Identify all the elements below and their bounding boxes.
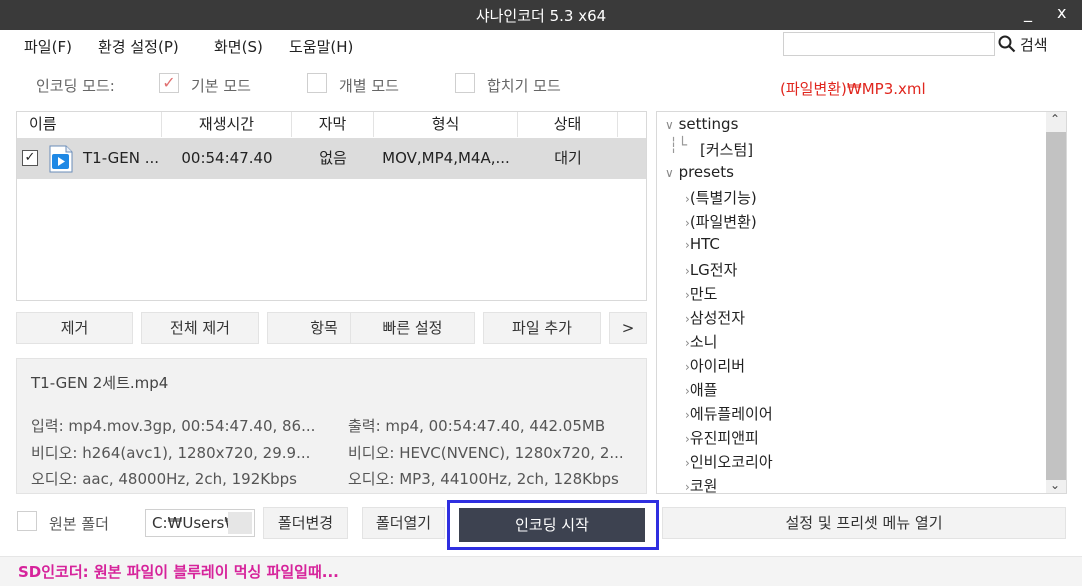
tree-item-label: 인비오코리아 bbox=[689, 453, 773, 471]
close-button[interactable]: x bbox=[1057, 3, 1066, 22]
tree-item-label: HTC bbox=[689, 235, 720, 253]
tree-item-label: 소니 bbox=[689, 333, 718, 351]
row-checkbox[interactable]: ✓ bbox=[22, 150, 38, 166]
basic-mode-checkbox[interactable]: ✓ bbox=[159, 73, 179, 93]
tree-item-label: 코원 bbox=[689, 477, 718, 494]
tree-item[interactable]: ›(파일변환) bbox=[685, 211, 757, 232]
tree-item[interactable]: ›(특별기능) bbox=[685, 187, 757, 208]
preset-tree[interactable]: ∨ settings ┆└ [커스텀] ∨ presets ›(특별기능) ›(… bbox=[656, 111, 1067, 494]
tree-item[interactable]: ›에듀플레이어 bbox=[685, 403, 773, 424]
info-output: 출력: mp4, 00:54:47.40, 442.05MB bbox=[348, 417, 606, 435]
tree-item[interactable]: ›코원 bbox=[685, 475, 718, 494]
tree-item[interactable]: ›애플 bbox=[685, 379, 717, 400]
menu-file[interactable]: 파일(F) bbox=[24, 36, 72, 57]
row-name: T1-GEN ... bbox=[83, 149, 160, 167]
output-folder-path: C:₩Users₩ bbox=[152, 514, 240, 532]
tree-node-presets[interactable]: ∨ presets bbox=[665, 163, 734, 181]
row-duration: 00:54:47.40 bbox=[181, 149, 273, 167]
row-status: 대기 bbox=[554, 149, 582, 167]
column-header-status[interactable]: 상태 bbox=[518, 112, 618, 137]
search-input[interactable] bbox=[783, 32, 995, 56]
expand-caret-icon[interactable]: ∨ bbox=[665, 166, 674, 180]
individual-mode-checkbox[interactable] bbox=[307, 73, 327, 93]
source-folder-label: 원본 폴더 bbox=[49, 515, 109, 533]
status-message[interactable]: SD인코더: 원본 파일이 블루레이 먹싱 파일일때... bbox=[18, 561, 339, 582]
remove-button[interactable]: 제거 bbox=[16, 312, 133, 344]
tree-item[interactable]: ›LG전자 bbox=[685, 259, 737, 280]
tree-item-label: LG전자 bbox=[689, 261, 738, 279]
tree-item-label: 에듀플레이어 bbox=[689, 405, 773, 423]
tree-node-presets-label: presets bbox=[678, 163, 734, 181]
folder-path-mask bbox=[228, 512, 252, 534]
tree-item[interactable]: ›소니 bbox=[685, 331, 717, 352]
tree-node-custom[interactable]: [커스텀] bbox=[700, 139, 753, 160]
scroll-down-icon[interactable]: ⌄ bbox=[1050, 478, 1060, 492]
tree-item[interactable]: ›인비오코리아 bbox=[685, 451, 773, 472]
search-icon bbox=[998, 35, 1016, 53]
tree-item-label: 유진피앤피 bbox=[689, 429, 759, 447]
current-preset-path: (파일변환)₩MP3.xml bbox=[780, 80, 926, 98]
column-header-name[interactable]: 이름 bbox=[17, 112, 162, 137]
tree-item-label: (특별기능) bbox=[689, 189, 757, 207]
info-video-out: 비디오: HEVC(NVENC), 1280x720, 2... bbox=[348, 444, 624, 462]
file-info-panel: T1-GEN 2세트.mp4 입력: mp4.mov.3gp, 00:54:47… bbox=[16, 358, 647, 494]
search-label: 검색 bbox=[1020, 35, 1048, 54]
column-header-subtitle[interactable]: 자막 bbox=[292, 112, 374, 137]
tree-item-label: 애플 bbox=[689, 381, 718, 399]
output-folder-field[interactable]: C:₩Users₩ bbox=[145, 509, 255, 537]
merge-mode-checkbox[interactable] bbox=[455, 73, 475, 93]
title-bar: 샤나인코더 5.3 x64 _ x bbox=[0, 0, 1082, 30]
row-format: MOV,MP4,M4A,... bbox=[382, 149, 510, 167]
video-file-icon bbox=[49, 145, 73, 173]
add-file-button[interactable]: 파일 추가 bbox=[483, 312, 601, 344]
tree-item-label: (파일변환) bbox=[689, 213, 757, 231]
table-row[interactable]: ✓ T1-GEN ... 00:54:47.40 없음 MOV,MP4,M4A,… bbox=[17, 138, 646, 179]
source-folder-checkbox[interactable] bbox=[17, 511, 37, 531]
item-button[interactable]: 항목 bbox=[267, 312, 351, 344]
info-audio-in: 오디오: aac, 48000Hz, 2ch, 192Kbps bbox=[31, 470, 297, 488]
tree-scrollbar-thumb[interactable] bbox=[1046, 132, 1066, 480]
column-header-spacer bbox=[618, 112, 646, 137]
encode-start-highlight: 인코딩 시작 bbox=[447, 500, 659, 550]
tree-item-label: 아이리버 bbox=[689, 357, 746, 375]
info-input: 입력: mp4.mov.3gp, 00:54:47.40, 86... bbox=[31, 417, 316, 435]
minimize-button[interactable]: _ bbox=[1024, 3, 1032, 22]
tree-item-label: 삼성전자 bbox=[689, 309, 746, 327]
row-subtitle: 없음 bbox=[319, 149, 347, 167]
status-bar: SD인코더: 원본 파일이 블루레이 먹싱 파일일때... bbox=[0, 556, 1082, 586]
change-folder-button[interactable]: 폴더변경 bbox=[263, 507, 348, 539]
tree-item[interactable]: ›아이리버 bbox=[685, 355, 745, 376]
column-header-duration[interactable]: 재생시간 bbox=[162, 112, 292, 137]
individual-mode-label: 개별 모드 bbox=[339, 77, 399, 95]
menu-view[interactable]: 화면(S) bbox=[214, 36, 263, 57]
basic-mode-label: 기본 모드 bbox=[191, 77, 251, 95]
tree-item[interactable]: ›만도 bbox=[685, 283, 717, 304]
open-settings-button[interactable]: 설정 및 프리셋 메뉴 열기 bbox=[662, 507, 1066, 539]
tree-guide: ┆└ bbox=[669, 136, 688, 154]
encoding-mode-label: 인코딩 모드: bbox=[36, 77, 115, 95]
expand-caret-icon[interactable]: ∨ bbox=[665, 118, 674, 132]
quick-settings-button[interactable]: 빠른 설정 bbox=[351, 312, 475, 344]
remove-all-button[interactable]: 전체 제거 bbox=[141, 312, 259, 344]
scroll-up-icon[interactable]: ⌃ bbox=[1050, 112, 1060, 126]
tree-item[interactable]: ›삼성전자 bbox=[685, 307, 745, 328]
tree-item[interactable]: ›유진피앤피 bbox=[685, 427, 759, 448]
info-audio-out: 오디오: MP3, 44100Hz, 2ch, 128Kbps bbox=[348, 470, 619, 488]
info-video-in: 비디오: h264(avc1), 1280x720, 29.9... bbox=[31, 444, 311, 462]
tree-node-settings[interactable]: ∨ settings bbox=[665, 115, 738, 133]
tree-node-settings-label: settings bbox=[678, 115, 739, 133]
menu-settings[interactable]: 환경 설정(P) bbox=[98, 36, 179, 57]
merge-mode-label: 합치기 모드 bbox=[487, 77, 561, 95]
encode-start-button[interactable]: 인코딩 시작 bbox=[459, 508, 645, 542]
open-folder-button[interactable]: 폴더열기 bbox=[362, 507, 445, 539]
tree-item[interactable]: ›HTC bbox=[685, 235, 720, 253]
info-filename: T1-GEN 2세트.mp4 bbox=[31, 374, 169, 392]
tree-item-label: 만도 bbox=[689, 285, 718, 303]
search-button[interactable]: 검색 bbox=[998, 32, 1060, 56]
menu-help[interactable]: 도움말(H) bbox=[289, 36, 353, 57]
more-button[interactable]: > bbox=[609, 312, 647, 344]
window-title: 샤나인코더 5.3 x64 bbox=[475, 7, 607, 25]
file-list[interactable]: 이름 재생시간 자막 형식 상태 ✓ T1-GEN ... 00:54:47.4… bbox=[16, 111, 647, 301]
column-header-format[interactable]: 형식 bbox=[374, 112, 518, 137]
